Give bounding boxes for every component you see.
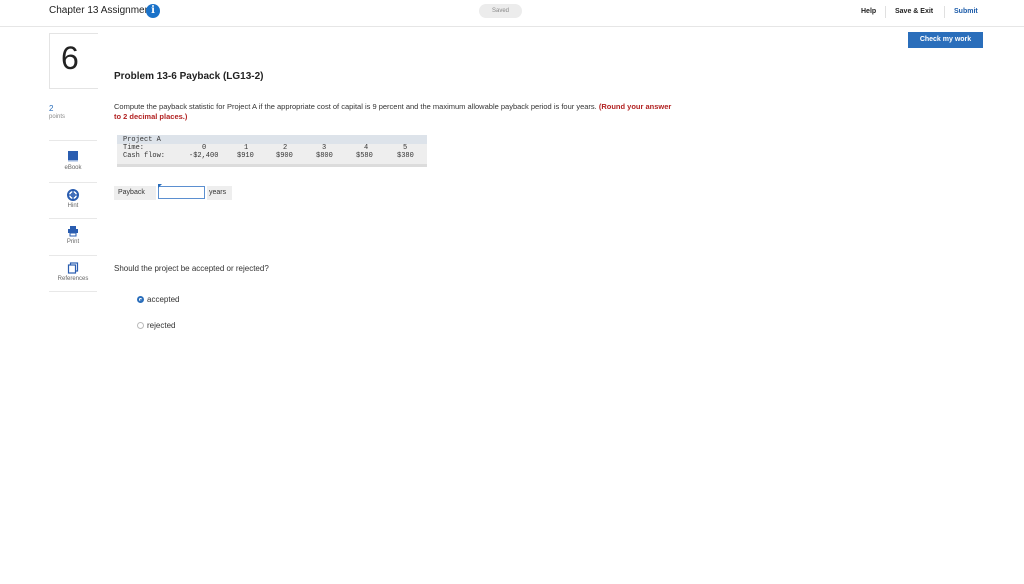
- ebook-tool[interactable]: eBook: [49, 140, 97, 176]
- project-label: Project A: [123, 136, 161, 144]
- radio-label: accepted: [147, 295, 180, 304]
- time-cell: 4: [364, 144, 369, 152]
- time-cell: 2: [283, 144, 288, 152]
- references-tool[interactable]: References: [49, 255, 97, 292]
- lifebuoy-icon: [67, 189, 79, 201]
- tool-label: Hint: [67, 203, 79, 209]
- cash-flow-cell: $580: [356, 152, 373, 160]
- submit-link[interactable]: Submit: [954, 8, 978, 15]
- time-cell: 0: [202, 144, 207, 152]
- radio-label: rejected: [147, 321, 176, 330]
- cash-flow-cell: -$2,400: [189, 152, 219, 160]
- payback-label: Payback: [114, 186, 156, 200]
- printer-icon: [68, 226, 78, 237]
- time-cell: 3: [322, 144, 327, 152]
- references-icon: [67, 262, 79, 274]
- assignment-title: Chapter 13 Assignment: [49, 5, 153, 16]
- points-value: 2: [49, 104, 54, 113]
- cash-flow-table: Project A Time: Cash flow: 0 1 2 3 4 5 -…: [117, 135, 427, 167]
- top-bar: Chapter 13 Assignment i Saved Help Save …: [0, 0, 1024, 27]
- cash-flow-cell: $380: [397, 152, 414, 160]
- save-exit-link[interactable]: Save & Exit: [895, 8, 933, 15]
- cash-flow-cell: $910: [237, 152, 254, 160]
- question-number: 6: [61, 40, 79, 76]
- cash-flow-cell: $900: [276, 152, 293, 160]
- problem-prompt: Compute the payback statistic for Projec…: [114, 102, 674, 121]
- problem-title: Problem 13-6 Payback (LG13-2): [114, 71, 264, 82]
- cash-flow-cell: $800: [316, 152, 333, 160]
- help-link[interactable]: Help: [861, 8, 876, 15]
- tool-label: Print: [66, 239, 80, 245]
- print-tool[interactable]: Print: [49, 218, 97, 254]
- decision-question: Should the project be accepted or reject…: [114, 264, 269, 273]
- time-cell: 1: [244, 144, 249, 152]
- points-label: points: [49, 114, 66, 120]
- time-label: Time:: [123, 144, 145, 152]
- divider: [944, 6, 945, 18]
- radio-unselected-icon[interactable]: [137, 322, 144, 329]
- table-bottom-rule: [117, 164, 427, 167]
- divider: [885, 6, 886, 18]
- tool-label: References: [57, 276, 89, 282]
- check-my-work-button[interactable]: Check my work: [908, 32, 983, 48]
- prompt-text: Compute the payback statistic for Projec…: [114, 102, 597, 111]
- payback-unit: years: [207, 186, 232, 200]
- radio-selected-icon[interactable]: [137, 296, 144, 303]
- saved-status-badge: Saved: [479, 4, 522, 18]
- input-flag-icon: [158, 184, 162, 188]
- time-cell: 5: [403, 144, 408, 152]
- info-icon[interactable]: i: [146, 4, 160, 18]
- payback-input[interactable]: [158, 186, 205, 199]
- tool-label: eBook: [64, 165, 82, 171]
- book-icon: [68, 151, 78, 162]
- cash-flow-label: Cash flow:: [123, 152, 166, 160]
- hint-tool[interactable]: Hint: [49, 182, 97, 218]
- table-header-band: [117, 135, 427, 144]
